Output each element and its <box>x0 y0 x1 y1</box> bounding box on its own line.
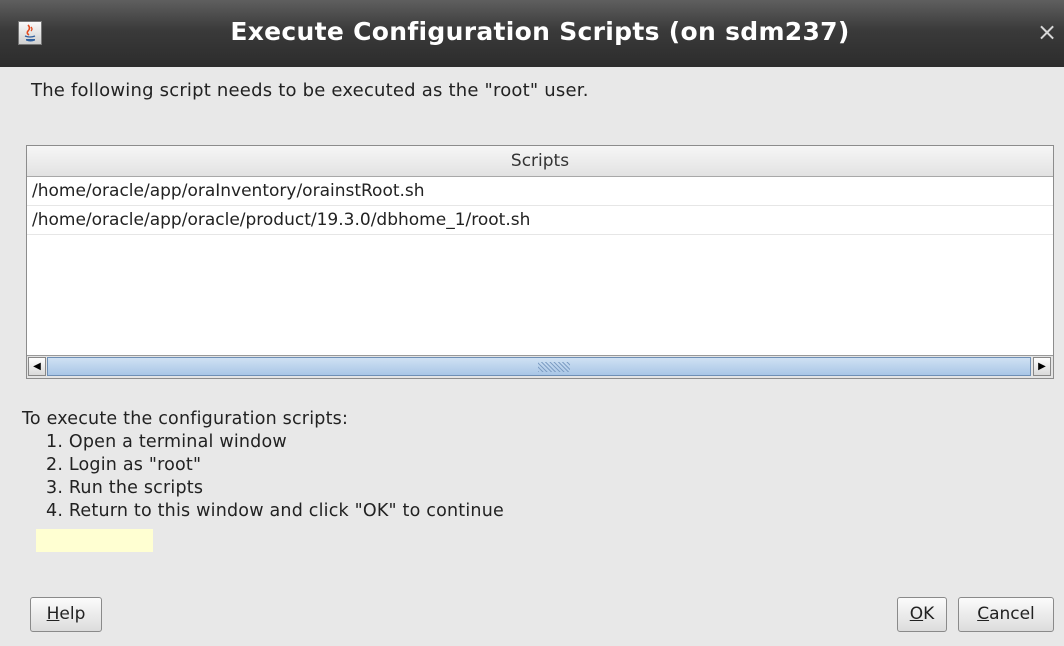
list-item: 2. Login as "root" <box>46 455 202 475</box>
table-row[interactable]: /home/oracle/app/oracle/product/19.3.0/d… <box>27 206 1053 235</box>
instruction-steps: 1. Open a terminal window 2. Login as "r… <box>22 431 504 523</box>
horizontal-scrollbar[interactable]: ◀ ▶ <box>27 355 1053 378</box>
list-item: 3. Run the scripts <box>46 478 204 498</box>
list-item: 4. Return to this window and click "OK" … <box>46 501 504 521</box>
list-item: 1. Open a terminal window <box>46 432 287 452</box>
ok-button[interactable]: OK <box>897 597 947 632</box>
instructions: To execute the configuration scripts: 1.… <box>22 407 504 523</box>
cancel-button[interactable]: Cancel <box>958 597 1054 632</box>
help-button[interactable]: Help <box>30 597 102 632</box>
scrollbar-thumb[interactable] <box>47 357 1031 376</box>
intro-text: The following script needs to be execute… <box>31 80 589 101</box>
table-row[interactable]: /home/oracle/app/oraInventory/orainstRoo… <box>27 177 1053 206</box>
close-icon[interactable]: × <box>1034 19 1060 45</box>
scripts-table: Scripts /home/oracle/app/oraInventory/or… <box>26 145 1054 379</box>
grip-icon <box>538 362 570 372</box>
java-icon <box>18 21 42 45</box>
note-highlight <box>36 529 153 552</box>
window-title: Execute Configuration Scripts (on sdm237… <box>230 17 850 46</box>
scripts-column-header[interactable]: Scripts <box>27 146 1053 177</box>
scroll-left-icon[interactable]: ◀ <box>28 357 46 376</box>
scroll-right-icon[interactable]: ▶ <box>1033 357 1051 376</box>
window-titlebar[interactable]: Execute Configuration Scripts (on sdm237… <box>0 0 1064 67</box>
instructions-heading: To execute the configuration scripts: <box>22 409 349 429</box>
